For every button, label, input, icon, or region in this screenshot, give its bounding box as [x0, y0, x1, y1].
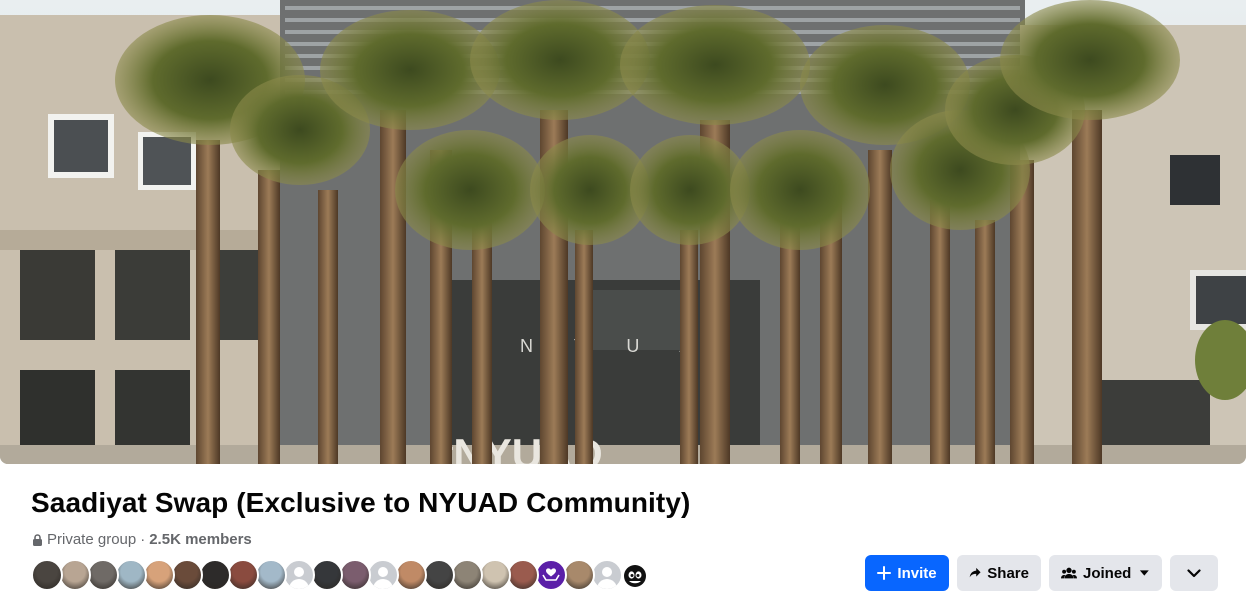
member-avatar[interactable] — [311, 559, 343, 591]
share-arrow-icon — [969, 567, 981, 578]
meta-separator: · — [140, 530, 146, 548]
caret-down-icon — [1140, 570, 1150, 576]
heart-hands-icon[interactable] — [535, 559, 567, 591]
chevron-down-icon — [1187, 568, 1201, 577]
member-avatar[interactable] — [115, 559, 147, 591]
member-avatar[interactable] — [339, 559, 371, 591]
member-avatar[interactable] — [227, 559, 259, 591]
invite-button[interactable]: Invite — [865, 555, 949, 591]
member-avatar[interactable] — [395, 559, 427, 591]
privacy-label[interactable]: Private group — [47, 531, 136, 548]
group-meta: Private group · 2.5K members — [32, 530, 252, 548]
member-avatar[interactable] — [451, 559, 483, 591]
invite-label: Invite — [897, 564, 937, 582]
default-silhouette[interactable] — [283, 559, 315, 591]
default-silhouette[interactable] — [591, 559, 623, 591]
member-avatar[interactable] — [423, 559, 455, 591]
member-avatar[interactable] — [199, 559, 231, 591]
member-avatar[interactable] — [255, 559, 287, 591]
share-label: Share — [987, 564, 1029, 582]
cover-photo[interactable]: N Y U A #NYUAD — [0, 0, 1246, 464]
plus-icon — [877, 566, 892, 580]
cover-photo-image: N Y U A #NYUAD — [0, 0, 1246, 464]
member-avatars — [31, 559, 651, 591]
more-options-button[interactable] — [1170, 555, 1218, 591]
member-avatar[interactable] — [171, 559, 203, 591]
people-icon — [1061, 567, 1077, 579]
member-count[interactable]: 2.5K members — [149, 531, 252, 548]
member-avatar[interactable] — [143, 559, 175, 591]
lock-icon — [32, 533, 43, 546]
member-avatar[interactable] — [507, 559, 539, 591]
default-silhouette[interactable] — [367, 559, 399, 591]
member-avatar[interactable] — [563, 559, 595, 591]
member-avatar[interactable] — [31, 559, 63, 591]
member-avatar[interactable] — [87, 559, 119, 591]
group-name[interactable]: Saadiyat Swap (Exclusive to NYUAD Commun… — [31, 487, 690, 519]
cartoon-cat-avatar[interactable] — [619, 559, 651, 591]
joined-button[interactable]: Joined — [1049, 555, 1162, 591]
member-avatar[interactable] — [59, 559, 91, 591]
member-avatar[interactable] — [479, 559, 511, 591]
share-button[interactable]: Share — [957, 555, 1041, 591]
joined-label: Joined — [1083, 564, 1132, 582]
